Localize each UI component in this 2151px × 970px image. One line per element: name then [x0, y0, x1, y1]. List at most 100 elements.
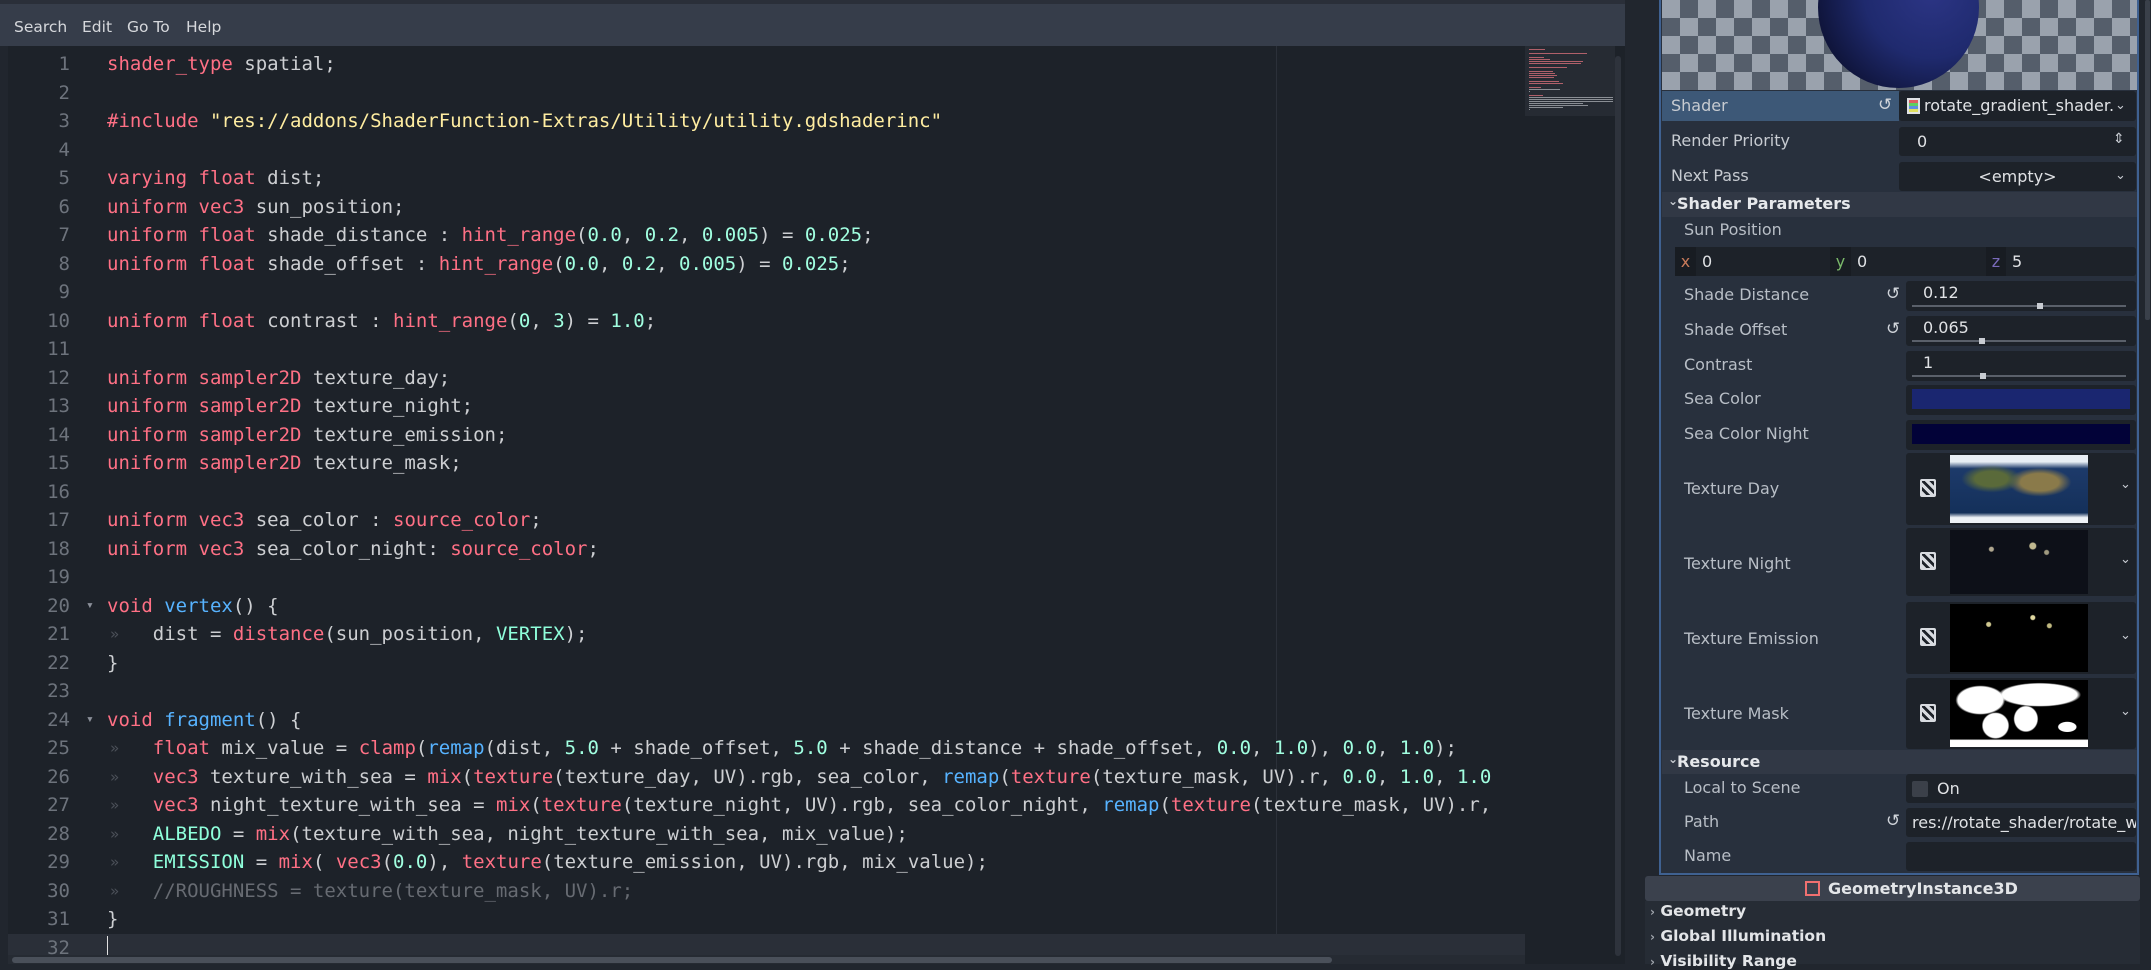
panel-divider[interactable] [1625, 0, 1645, 964]
code-line[interactable]: 10 uniform float contrast : hint_range(0,… [8, 307, 1525, 336]
code-line[interactable]: 5 varying float dist; [8, 164, 1525, 193]
menu-search[interactable]: Search [14, 18, 67, 36]
horizontal-scrollbar[interactable] [8, 955, 1525, 964]
fold-arrow-icon[interactable]: ▾ [86, 592, 94, 621]
code-line[interactable]: 22} [8, 649, 1525, 678]
minimap[interactable] [1525, 46, 1615, 116]
vertical-scrollbar[interactable] [1615, 56, 1621, 956]
next-pass-picker[interactable]: <empty> ⌄ [1899, 162, 2136, 191]
code-token: 0.2 [644, 224, 680, 246]
chevron-down-icon[interactable]: ⌄ [2120, 628, 2131, 643]
chevron-down-icon[interactable]: ⌄ [2120, 477, 2131, 492]
menu-edit[interactable]: Edit [82, 18, 112, 36]
chevron-down-icon[interactable]: ⌄ [2115, 98, 2126, 113]
code-line[interactable]: 19 [8, 563, 1525, 592]
sea-color-picker[interactable] [1906, 385, 2136, 415]
code-line[interactable]: 27» vec3 night_texture_with_sea = mix(te… [8, 791, 1525, 820]
code-line[interactable]: 6 uniform vec3 sun_position; [8, 193, 1525, 222]
reset-icon[interactable]: ↺ [1886, 811, 1900, 831]
slider-grabber[interactable] [1980, 373, 1987, 379]
chevron-down-icon[interactable]: ⌄ [2120, 704, 2131, 719]
shade-offset-slider[interactable]: 0.065 [1906, 316, 2136, 346]
code-line[interactable]: 7 uniform float shade_distance : hint_ran… [8, 221, 1525, 250]
path-input[interactable]: res://rotate_shader/rotate_w [1906, 808, 2136, 837]
code-line[interactable]: 18 uniform vec3 sea_color_night: source_c… [8, 535, 1525, 564]
section-global-illumination[interactable]: › Global Illumination [1650, 927, 1826, 945]
code-line[interactable]: 3 #include "res://addons/ShaderFunction-E… [8, 107, 1525, 136]
code-text: void vertex() { [107, 592, 279, 621]
menu-help[interactable]: Help [186, 18, 221, 36]
code-line[interactable]: 28» ALBEDO = mix(texture_with_sea, night… [8, 820, 1525, 849]
code-editor[interactable]: 1 shader_type spatial; 2 3 #include "res://a… [8, 46, 1625, 964]
line-number: 1 [58, 53, 70, 75]
code-token: ( [507, 309, 519, 332]
texture-mask-picker[interactable]: ⌄ [1906, 678, 2136, 749]
local-to-scene-checkbox[interactable]: On [1906, 774, 2136, 803]
code-line[interactable]: 16 [8, 478, 1525, 507]
class-title: GeometryInstance3D [1828, 879, 2018, 898]
section-geometry[interactable]: › Geometry [1650, 902, 1746, 920]
shader-parameters-header[interactable]: ⌄ Shader Parameters [1662, 192, 2137, 217]
code-token: 0.005 [679, 252, 737, 275]
code-line[interactable]: 14 uniform sampler2D texture_emission; [8, 421, 1525, 450]
code-line[interactable]: 21» dist = distance(sun_position, VERTEX… [8, 620, 1525, 649]
spin-updown-icon[interactable]: ⇕ [2113, 131, 2125, 147]
code-line[interactable]: 11 [8, 335, 1525, 364]
code-token: , [598, 252, 622, 275]
code-line[interactable]: 20 ▾ void vertex() { [8, 592, 1525, 621]
code-line[interactable]: 23 [8, 677, 1525, 706]
code-token: ALBEDO [152, 822, 222, 845]
code-line[interactable]: 17 uniform vec3 sea_color : source_color; [8, 506, 1525, 535]
code-line[interactable]: 29» EMISSION = mix( vec3(0.0), texture(t… [8, 848, 1525, 877]
code-token: ; [587, 537, 599, 560]
chevron-down-icon[interactable]: ⌄ [2115, 168, 2126, 183]
sea-color-night-picker[interactable] [1906, 420, 2136, 450]
code-line[interactable]: 2 [8, 79, 1525, 108]
texture-day-picker[interactable]: ⌄ [1906, 453, 2136, 525]
code-line[interactable]: 1 shader_type spatial; [8, 50, 1525, 79]
code-line[interactable]: 13 uniform sampler2D texture_night; [8, 392, 1525, 421]
code-line[interactable]: 25» float mix_value = clamp(remap(dist, … [8, 734, 1525, 763]
code-line[interactable]: 26» vec3 texture_with_sea = mix(texture(… [8, 763, 1525, 792]
line-number: 13 [47, 395, 70, 417]
shade-distance-slider[interactable]: 0.12 [1906, 281, 2136, 311]
minimap-line [1529, 87, 1541, 88]
reset-icon[interactable]: ↺ [1886, 284, 1900, 304]
fold-arrow-icon[interactable]: ▾ [86, 706, 94, 735]
code-token: shade_distance : [255, 224, 462, 246]
scrollbar-thumb[interactable] [12, 957, 1332, 963]
shader-picker[interactable]: rotate_gradient_shader. ⌄ [1899, 91, 2136, 121]
sun-y-input[interactable]: 0 [1857, 252, 1867, 271]
code-line[interactable]: 31} [8, 905, 1525, 934]
sun-x-input[interactable]: 0 [1702, 252, 1712, 271]
slider-grabber[interactable] [1978, 338, 1985, 344]
code-line[interactable]: 30» //ROUGHNESS = texture(texture_mask, … [8, 877, 1525, 906]
inspector-scrollbar[interactable] [2145, 0, 2150, 320]
section-visibility-range[interactable]: › Visibility Range [1650, 952, 1797, 970]
sun-z-input[interactable]: 5 [2012, 252, 2022, 271]
code-line[interactable]: 8 uniform float shade_offset : hint_range… [8, 250, 1525, 279]
contrast-slider[interactable]: 1 [1906, 351, 2136, 381]
slider-grabber[interactable] [2037, 303, 2044, 309]
code-token: (texture_mask, UV).r, [1090, 765, 1343, 788]
z-axis-label: z [1986, 247, 2006, 276]
name-input[interactable] [1906, 842, 2136, 871]
texture-night-picker[interactable]: ⌄ [1906, 528, 2136, 596]
texture-emission-picker[interactable]: ⌄ [1906, 602, 2136, 674]
line-number: 14 [47, 423, 70, 446]
resource-header[interactable]: ⌄ Resource [1662, 750, 2137, 774]
render-priority-spinbox[interactable]: 0 ⇕ [1899, 127, 2136, 156]
code-line[interactable]: 24 ▾ void fragment() { [8, 706, 1525, 735]
code-token: ; [530, 509, 542, 531]
code-line[interactable]: 12 uniform sampler2D texture_day; [8, 364, 1525, 393]
code-line[interactable]: 9 [8, 278, 1525, 307]
reset-icon[interactable]: ↺ [1878, 95, 1892, 115]
code-line[interactable]: 4 [8, 136, 1525, 165]
menu-go-to[interactable]: Go To [127, 18, 170, 36]
code-line[interactable]: 15 uniform sampler2D texture_mask; [8, 449, 1525, 478]
reset-icon[interactable]: ↺ [1886, 319, 1900, 339]
checkbox-icon[interactable] [1912, 781, 1928, 797]
chevron-down-icon[interactable]: ⌄ [2120, 552, 2131, 567]
